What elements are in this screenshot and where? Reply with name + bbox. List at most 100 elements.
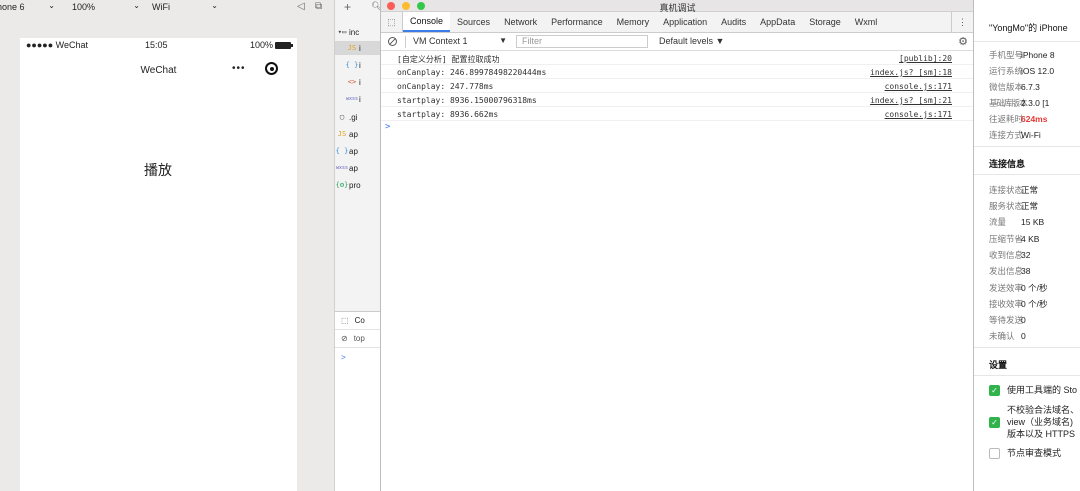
js-file-icon: JS — [347, 44, 357, 52]
status-time: 15:05 — [145, 40, 168, 50]
window-icon[interactable]: ⧉ — [315, 1, 322, 12]
inspect-icon[interactable]: ⬚ — [341, 316, 349, 325]
info-row: 基础库版本2.3.0 [1 — [989, 97, 1049, 109]
log-source-link[interactable]: console.js:171 — [885, 82, 952, 91]
clear-icon[interactable]: ⊘ — [341, 334, 348, 343]
file-item[interactable]: { } ap — [335, 144, 380, 158]
log-source-link[interactable]: index.js? [sm]:21 — [870, 96, 952, 105]
file-label: i — [359, 94, 361, 104]
battery-status: 100% — [249, 40, 293, 50]
folder-item[interactable]: ▾▭ inc — [335, 25, 380, 39]
mini-console-prompt[interactable]: > — [335, 348, 380, 366]
phone-screen: ●●●●● WeChat 15:05 100% WeChat ••• 播放 — [20, 38, 297, 491]
tab-application[interactable]: Application — [656, 12, 714, 32]
divider — [974, 347, 1080, 348]
info-label: 压缩节省 — [989, 234, 1024, 244]
log-message: startplay: 8936.662ms — [397, 110, 499, 119]
tab-storage[interactable]: Storage — [802, 12, 848, 32]
log-row: onCanplay: 246.89978498220444ms index.js… — [381, 65, 973, 79]
info-row: 未确认 0 — [989, 330, 1026, 342]
log-source-link[interactable]: [publib]:20 — [899, 54, 952, 63]
info-value: 4 KB — [1021, 234, 1040, 244]
context-label[interactable]: top — [354, 334, 365, 343]
file-item[interactable]: JS ap — [335, 127, 380, 141]
file-item[interactable]: { } i — [335, 58, 380, 72]
storage-checkbox[interactable]: ✓ — [989, 385, 1000, 396]
info-row: 往返耗时624ms — [989, 113, 1047, 125]
more-menu-icon[interactable]: ⋮ — [951, 12, 973, 32]
tab-wxml[interactable]: Wxml — [848, 12, 885, 32]
file-tree-toolbar: + 🔍︎ — [335, 0, 382, 14]
storage-checkbox-label[interactable]: 使用工具端的 Sto — [1007, 385, 1077, 396]
network-select[interactable]: WiFi ⌄ — [152, 0, 218, 14]
file-label: ap — [349, 129, 358, 139]
status-bar: ●●●●● WeChat 15:05 100% — [20, 38, 297, 52]
domain-check-label-line2[interactable]: view（业务域名) — [1007, 417, 1073, 428]
play-label[interactable]: 播放 — [20, 160, 297, 180]
json-file-icon: { } — [335, 147, 349, 155]
js-file-icon: JS — [337, 130, 347, 138]
tab-console[interactable]: Co — [355, 316, 365, 325]
inspect-element-icon[interactable]: ⬚ — [381, 12, 403, 32]
file-item[interactable]: wxss i — [335, 92, 380, 106]
log-source-link[interactable]: index.js? [sm]:18 — [870, 68, 952, 77]
file-item[interactable]: wxss ap — [335, 161, 380, 175]
tab-sources[interactable]: Sources — [450, 12, 497, 32]
close-capsule-icon[interactable] — [265, 62, 278, 75]
plus-icon[interactable]: + — [344, 0, 351, 14]
chevron-down-icon: ⌄ — [211, 1, 218, 10]
device-select[interactable]: hone 6 ⌄ — [0, 0, 55, 14]
log-row: startplay: 8936.15000796318ms index.js? … — [381, 93, 973, 107]
info-row: 接收效率0 个/秒 — [989, 298, 1047, 310]
chevron-down-icon: ⌄ — [48, 1, 55, 10]
node-inspect-checkbox[interactable] — [989, 448, 1000, 459]
context-select[interactable]: VM Context 1 ▼ — [405, 36, 509, 48]
node-inspect-label[interactable]: 节点审查模式 — [1007, 448, 1061, 459]
info-row: 服务状态正常 — [989, 200, 1038, 212]
file-label: .gi — [349, 112, 358, 122]
info-row: 手机型号iPhone 8 — [989, 49, 1055, 61]
connection-section-title: 连接信息 — [989, 159, 1026, 169]
log-row: [自定义分析] 配置拉取成功 [publib]:20 — [381, 51, 973, 65]
file-item[interactable]: ▢ .gi — [335, 110, 380, 124]
info-value: 2.3.0 [1 — [1021, 98, 1050, 108]
chevron-down-icon: ⌄ — [133, 1, 140, 10]
domain-check-checkbox[interactable]: ✓ — [989, 417, 1000, 428]
info-value: 0 个/秒 — [1021, 299, 1048, 309]
file-item[interactable]: {⚙} pro — [335, 178, 380, 192]
filter-input[interactable]: Filter — [516, 35, 648, 48]
console-prompt-row[interactable]: > — [381, 121, 973, 135]
file-item[interactable]: <> i — [335, 75, 380, 89]
domain-check-label-line3[interactable]: 版本以及 HTTPS — [1007, 429, 1075, 440]
volume-icon[interactable]: ◁ — [297, 1, 305, 12]
info-value: 38 — [1021, 266, 1031, 276]
debug-console-mini: ⬚ Co ⊘ top > — [335, 311, 380, 491]
info-label: 基础库版本 — [989, 98, 1028, 108]
info-label: 连接状态 — [989, 185, 1024, 195]
info-label: 收到信息 — [989, 250, 1024, 260]
tab-memory[interactable]: Memory — [610, 12, 657, 32]
project-config-icon: {⚙} — [335, 181, 349, 189]
info-value: Wi-Fi — [1021, 130, 1041, 140]
domain-check-label-line1[interactable]: 不校验合法域名、 — [1007, 405, 1079, 416]
page-title: WeChat — [140, 65, 177, 76]
console-filterbar: VM Context 1 ▼ Filter Default levels ▼ ⚙ — [381, 33, 973, 51]
gear-icon[interactable]: ⚙ — [958, 35, 968, 48]
more-icon[interactable]: ••• — [232, 63, 246, 74]
devtools-window: 真机调试 ⬚ Console Sources Network Performan… — [380, 0, 973, 491]
log-source-link[interactable]: console.js:171 — [885, 110, 952, 119]
clear-console-icon[interactable] — [388, 37, 397, 46]
zoom-select[interactable]: 100% ⌄ — [72, 0, 140, 14]
file-item[interactable]: JS i — [335, 41, 380, 55]
battery-percent: 100% — [249, 40, 273, 50]
info-label: 服务状态 — [989, 201, 1024, 211]
tab-audits[interactable]: Audits — [714, 12, 753, 32]
info-label: 发出信息 — [989, 266, 1024, 276]
tab-appdata[interactable]: AppData — [753, 12, 802, 32]
log-levels-select[interactable]: Default levels ▼ — [659, 36, 724, 46]
tab-network[interactable]: Network — [497, 12, 544, 32]
device-header: "YongMo"的 iPhone — [974, 0, 1080, 42]
tab-performance[interactable]: Performance — [544, 12, 610, 32]
divider — [974, 375, 1080, 376]
tab-console[interactable]: Console — [403, 12, 451, 32]
